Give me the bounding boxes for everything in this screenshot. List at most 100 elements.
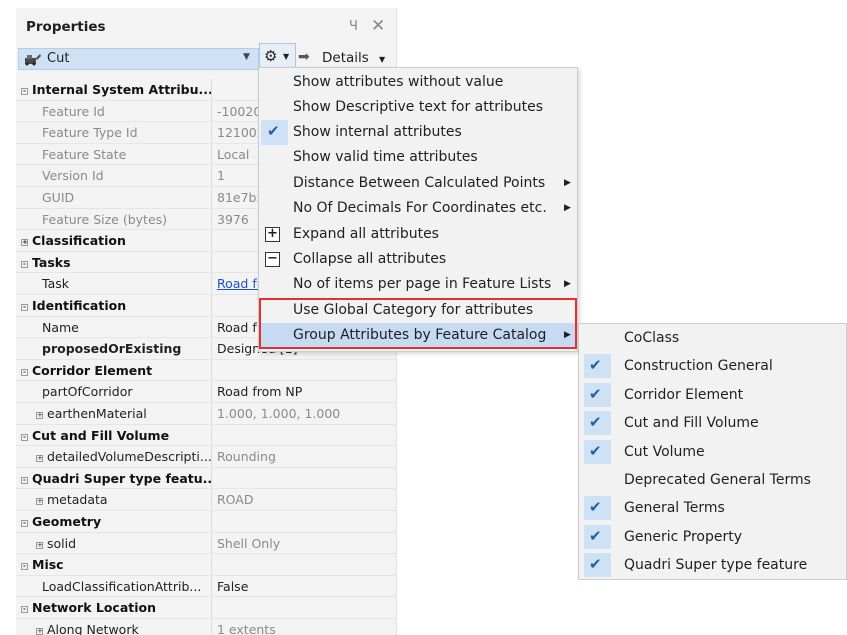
- category-row[interactable]: - Quadri Super type featu...: [16, 467, 396, 490]
- checkmark-icon: ✔: [589, 498, 602, 517]
- category-row[interactable]: - Network Location: [16, 597, 396, 619]
- property-name-text: Cut and Fill Volume: [32, 427, 170, 443]
- property-value: Shell Only: [217, 535, 281, 551]
- property-name-text: detailedVolumeDescripti...: [47, 449, 212, 465]
- submenu-item[interactable]: ✔ Cut and Fill Volume: [579, 409, 846, 437]
- menu-item-label: Show internal attributes: [293, 124, 462, 140]
- pin-icon[interactable]: Ч: [349, 19, 358, 34]
- collapse-icon[interactable]: -: [21, 368, 28, 376]
- property-name-text: LoadClassificationAttrib...: [42, 578, 202, 594]
- property-name: Feature Type Id: [16, 122, 212, 143]
- property-row[interactable]: + metadata ROAD: [16, 489, 396, 511]
- property-value: False: [217, 578, 249, 594]
- checkmark-icon: ✔: [267, 122, 280, 140]
- property-name-text: Feature Id: [42, 103, 105, 119]
- expand-icon[interactable]: +: [36, 628, 43, 635]
- submenu-item[interactable]: ✔ Cut Volume: [579, 438, 846, 466]
- checkmark-icon: ✔: [589, 413, 602, 432]
- property-value: Road from NP: [217, 384, 303, 400]
- submenu-item[interactable]: ✔ Generic Property: [579, 523, 846, 551]
- submenu-item[interactable]: ✔ General Terms: [579, 494, 846, 522]
- expand-icon[interactable]: +: [36, 498, 43, 506]
- property-name: - Network Location: [16, 597, 212, 618]
- menu-item[interactable]: ✔ Show internal attributes: [259, 120, 577, 145]
- property-name: Feature Id: [16, 100, 212, 122]
- collapse-icon[interactable]: -: [21, 520, 28, 527]
- property-row[interactable]: partOfCorridor Road from NP: [16, 381, 396, 403]
- submenu-item-label: CoClass: [624, 330, 680, 346]
- property-name: Feature State: [16, 143, 212, 165]
- property-name-text: GUID: [42, 190, 75, 205]
- property-row[interactable]: LoadClassificationAttrib... False: [16, 575, 396, 598]
- property-name-text: solid: [47, 535, 77, 551]
- property-name-text: Corridor Element: [32, 362, 153, 378]
- menu-item[interactable]: + Expand all attributes: [259, 222, 577, 247]
- menu-item-label: Show attributes without value: [293, 74, 504, 90]
- expand-icon[interactable]: +: [36, 455, 43, 463]
- collapse-icon[interactable]: -: [21, 304, 28, 311]
- expand-icon[interactable]: +: [36, 412, 43, 419]
- menu-item[interactable]: Distance Between Calculated Points ▶: [259, 171, 577, 196]
- property-name: GUID: [16, 187, 212, 208]
- close-icon[interactable]: ✕: [371, 16, 385, 36]
- property-name: proposedOrExisting: [16, 338, 212, 359]
- submenu-item-label: Generic Property: [624, 528, 742, 545]
- menu-item-label: No of items per page in Feature Lists: [293, 276, 552, 292]
- property-name: Name: [16, 316, 212, 338]
- collapse-icon[interactable]: -: [21, 88, 28, 95]
- menu-item[interactable]: No of items per page in Feature Lists ▶: [259, 272, 577, 297]
- property-name-text: Misc: [32, 557, 64, 573]
- menu-item-label: Show Descriptive text for attributes: [293, 99, 544, 115]
- property-row[interactable]: + earthenMaterial 1.000, 1.000, 1.000: [16, 403, 396, 425]
- property-name-text: Along Network: [47, 622, 139, 635]
- panel-title: Properties: [26, 19, 106, 35]
- menu-item[interactable]: Show Descriptive text for attributes: [259, 95, 577, 120]
- category-row[interactable]: - Geometry: [16, 511, 396, 533]
- property-name: LoadClassificationAttrib...: [16, 575, 212, 597]
- collapse-icon[interactable]: -: [21, 476, 28, 484]
- menu-item[interactable]: − Collapse all attributes: [259, 247, 577, 272]
- highlight-annotation-box: [259, 298, 577, 349]
- submenu-item[interactable]: ✔ Corridor Element: [579, 381, 846, 409]
- expand-icon[interactable]: +: [21, 239, 28, 247]
- submenu-item[interactable]: ✔ Construction General: [579, 352, 846, 380]
- property-name-text: Quadri Super type featu...: [32, 470, 212, 486]
- property-row[interactable]: + detailedVolumeDescripti... Rounding: [16, 446, 396, 468]
- menu-item[interactable]: No Of Decimals For Coordinates etc. ▶: [259, 196, 577, 221]
- collapse-icon[interactable]: -: [21, 433, 28, 441]
- property-name: - Internal System Attribu...: [16, 79, 212, 100]
- submenu-item[interactable]: ✔ Quadri Super type feature: [579, 551, 846, 579]
- collapse-icon[interactable]: -: [21, 606, 28, 614]
- chevron-down-icon: ▼: [379, 55, 386, 64]
- property-name-text: Geometry: [32, 514, 102, 529]
- property-row[interactable]: + Along Network 1 extents: [16, 619, 396, 635]
- property-name: - Quadri Super type featu...: [16, 467, 212, 489]
- category-row[interactable]: - Misc: [16, 554, 396, 576]
- collapse-icon[interactable]: -: [21, 563, 28, 571]
- property-name-text: Classification: [32, 233, 126, 249]
- property-row[interactable]: + solid Shell Only: [16, 532, 396, 555]
- property-name-text: Network Location: [32, 600, 157, 616]
- property-name: - Cut and Fill Volume: [16, 424, 212, 446]
- property-value: 1.000, 1.000, 1.000: [217, 406, 341, 421]
- property-name-text: Internal System Attribu...: [32, 82, 212, 97]
- collapse-icon[interactable]: -: [21, 260, 28, 268]
- property-name: - Corridor Element: [16, 359, 212, 381]
- property-value: ROAD: [217, 492, 254, 508]
- expand-icon[interactable]: +: [36, 541, 43, 549]
- property-name: + metadata: [16, 489, 212, 510]
- menu-item[interactable]: Show attributes without value: [259, 70, 577, 95]
- submenu-item[interactable]: CoClass: [579, 324, 846, 352]
- feature-catalog-submenu: CoClass ✔ Construction General ✔ Corridor El…: [578, 323, 847, 580]
- submenu-item-label: Cut Volume: [624, 443, 705, 460]
- category-row[interactable]: - Cut and Fill Volume: [16, 424, 396, 447]
- feature-selector[interactable]: Cut ▼: [18, 48, 259, 70]
- property-name: Version Id: [16, 165, 212, 186]
- submenu-item[interactable]: Deprecated General Terms: [579, 466, 846, 494]
- category-row[interactable]: - Corridor Element: [16, 359, 396, 382]
- panel-header: Properties Ч ✕: [16, 8, 396, 48]
- property-name-text: metadata: [47, 492, 108, 508]
- menu-item[interactable]: Show valid time attributes: [259, 145, 577, 170]
- property-name: + detailedVolumeDescripti...: [16, 446, 212, 467]
- checkmark-icon: ✔: [589, 384, 602, 403]
